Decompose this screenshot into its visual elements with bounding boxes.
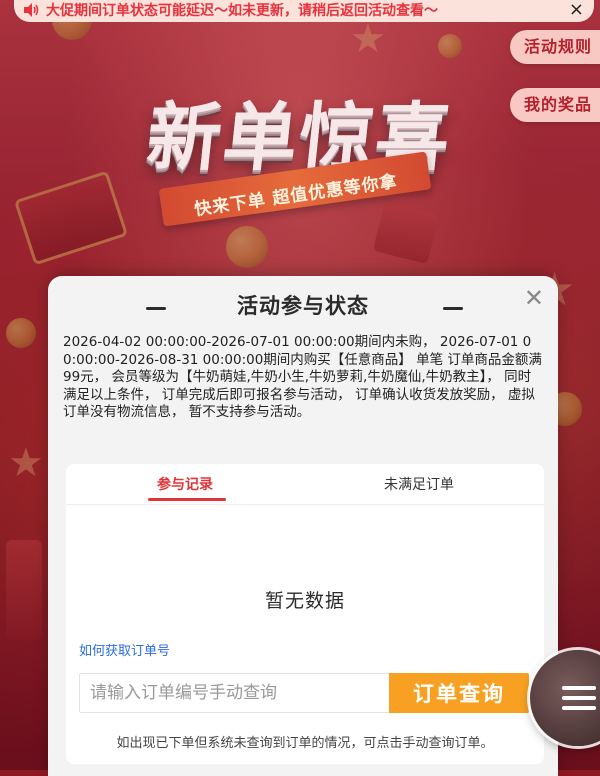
menu-icon-bar [562,686,596,690]
order-number-input[interactable] [79,673,389,713]
activity-description: 2026-04-02 00:00:00-2026-07-01 00:00:00期… [63,334,542,420]
tab-participation-records[interactable]: 参与记录 [157,474,213,494]
menu-icon-bar [562,706,596,710]
close-icon[interactable]: × [569,0,584,20]
close-icon[interactable]: ✕ [524,286,544,310]
how-to-get-order-number-link[interactable]: 如何获取订单号 [79,640,170,659]
title-dash-right [443,307,463,310]
my-prizes-button[interactable]: 我的奖品 [509,88,600,122]
speaker-icon [22,1,40,19]
query-hint-text: 如出现已下单但系统未查询到订单的情况，可点击手动查询订单。 [116,736,494,751]
empty-state-text: 暂无数据 [264,590,345,612]
participation-status-modal: 活动参与状态 ✕ 2026-04-02 00:00:00-2026-07-01 … [48,276,558,776]
notice-text: 大促期间订单状态可能延迟～如未更新，请稍后返回活动查看～ [46,3,438,19]
notice-bar: 大促期间订单状态可能延迟～如未更新，请稍后返回活动查看～ × [14,0,594,22]
active-tab-indicator [148,498,226,501]
modal-header: 活动参与状态 ✕ [48,276,558,332]
order-query-button[interactable]: 订单查询 [389,673,529,713]
rules-button[interactable]: 活动规则 [509,30,600,64]
modal-title: 活动参与状态 [237,294,369,318]
menu-icon-bar [562,696,596,700]
record-tabs: 参与记录 未满足订单 [66,464,544,505]
tab-unqualified-orders[interactable]: 未满足订单 [384,474,454,494]
record-card: 参与记录 未满足订单 暂无数据 如何获取订单号 订单查询 如出现已下单但系统未查… [66,464,544,764]
order-query-row: 订单查询 [79,673,529,713]
